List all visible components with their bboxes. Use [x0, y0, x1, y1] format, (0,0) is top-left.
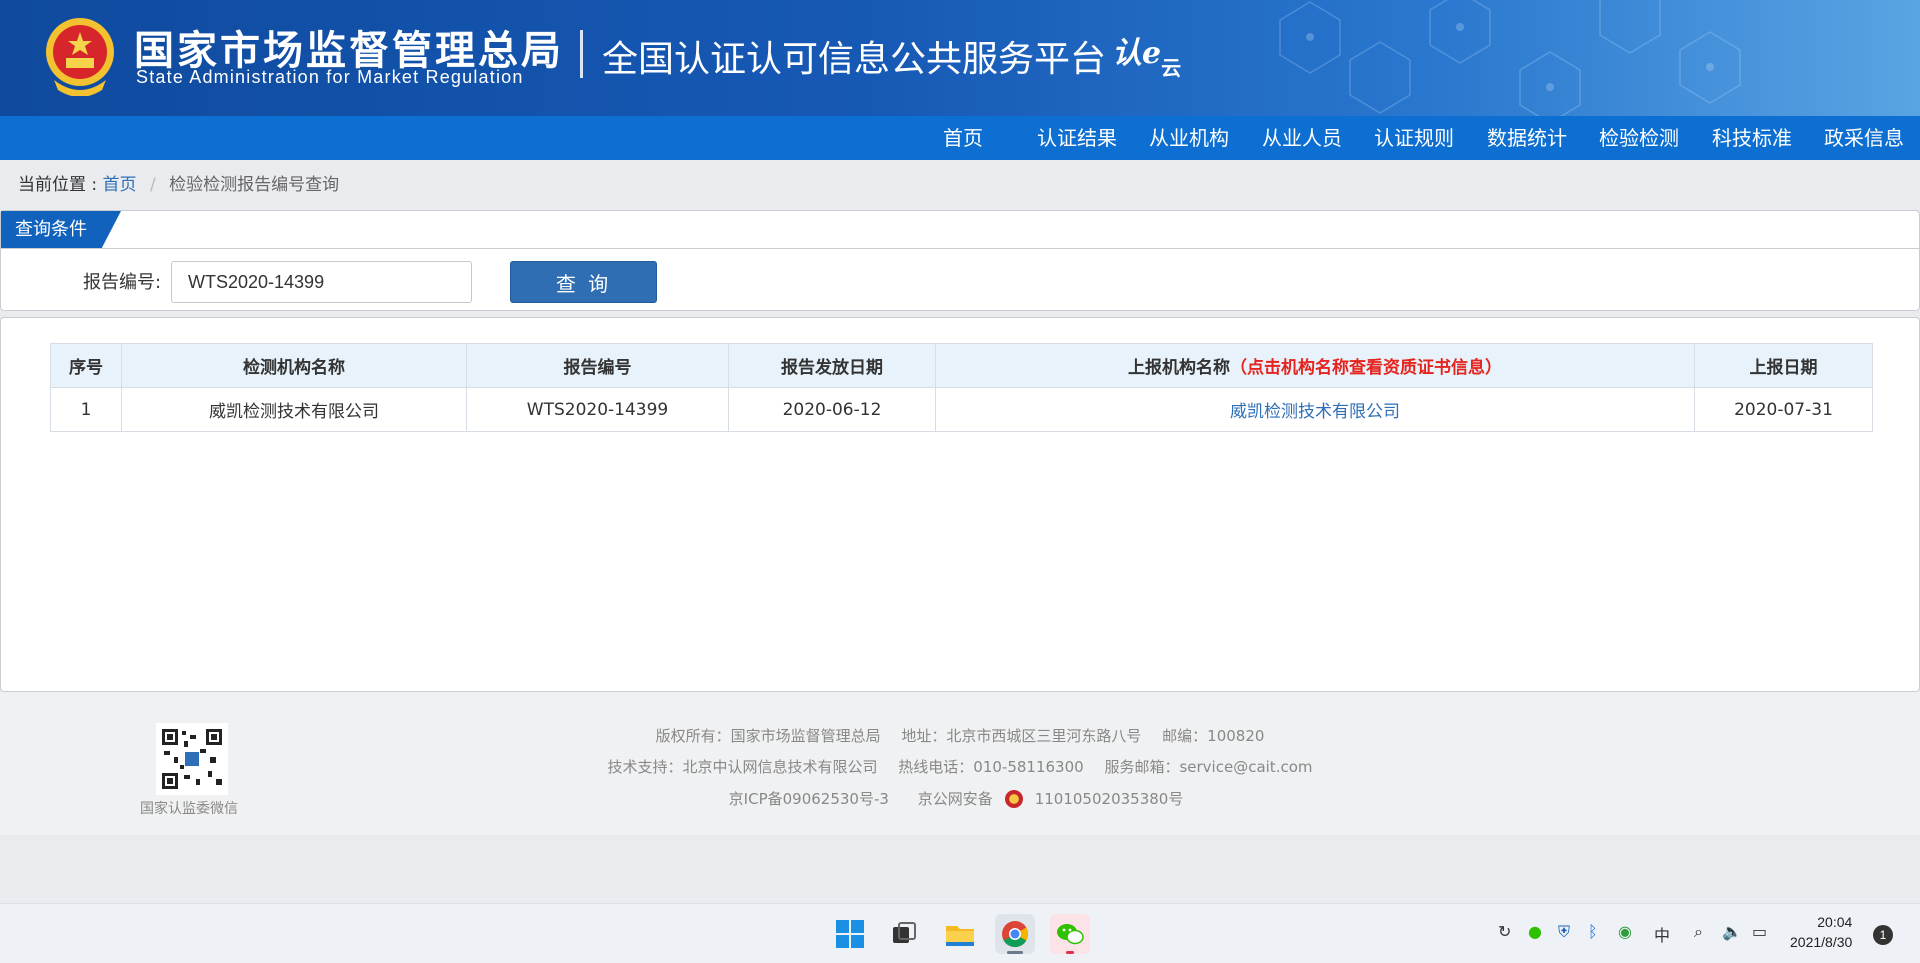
nav-item-orgs[interactable]: 从业机构 — [1149, 116, 1229, 160]
platform-title: 全国认证认可信息公共服务平台 — [602, 39, 1107, 80]
volume-icon[interactable]: 🔈 — [1722, 922, 1742, 941]
reporter-header-label: 上报机构名称 — [1128, 358, 1230, 378]
cell-report-no: WTS2020-14399 — [466, 387, 729, 432]
sync-icon[interactable]: ↻ — [1498, 922, 1511, 941]
site-footer: 国家认监委微信 版权所有：国家市场监督管理总局 地址：北京市西城区三里河东路八号… — [0, 692, 1920, 835]
clock-date: 2021/8/30 — [1790, 934, 1853, 950]
table-header-row: 序号 检测机构名称 报告编号 报告发放日期 上报机构名称（点击机构名称查看资质证… — [50, 343, 1873, 388]
query-panel-header: 查询条件 — [1, 211, 1919, 249]
nav-item-statistics[interactable]: 数据统计 — [1487, 116, 1567, 160]
breadcrumb-home-link[interactable]: 首页 — [103, 175, 137, 195]
breadcrumb: 当前位置 : 首页 / 检验检测报告编号查询 — [18, 170, 339, 195]
national-emblem-icon — [46, 18, 114, 96]
search-button[interactable]: 查 询 — [510, 261, 657, 303]
footer-hotline: 热线电话：010-58116300 — [898, 758, 1084, 776]
cell-report-date: 2020-07-31 — [1694, 387, 1873, 432]
nav-item-home[interactable]: 首页 — [943, 116, 983, 160]
cell-reporter: 威凯检测技术有限公司 — [935, 387, 1695, 432]
system-clock[interactable]: 20:04 2021/8/30 — [1790, 912, 1852, 952]
wechat-icon[interactable] — [1050, 914, 1090, 954]
reporter-org-link[interactable]: 威凯检测技术有限公司 — [1230, 402, 1400, 422]
query-conditions-tab: 查询条件 — [1, 211, 121, 248]
footer-police-record[interactable]: 京公网安备 11010502035380号 — [910, 790, 1192, 808]
cell-seq: 1 — [50, 387, 122, 432]
nav-item-cert-rules[interactable]: 认证规则 — [1374, 116, 1454, 160]
windows-taskbar: ↻ ● ⛨ ᛒ ◉ 中 ⌕ 🔈 ▭ 20:04 2021/8/30 1 — [0, 903, 1920, 963]
breadcrumb-current: 检验检测报告编号查询 — [169, 175, 340, 195]
brand-sub: 云 — [1161, 56, 1182, 80]
chrome-icon[interactable] — [995, 914, 1035, 954]
cell-org-name: 威凯检测技术有限公司 — [121, 387, 467, 432]
network-helper-icon[interactable]: ◉ — [1618, 922, 1632, 941]
results-panel: 序号 检测机构名称 报告编号 报告发放日期 上报机构名称（点击机构名称查看资质证… — [0, 317, 1920, 692]
bluetooth-icon[interactable]: ᛒ — [1588, 922, 1598, 941]
footer-support-line: 技术支持：北京中认网信息技术有限公司 热线电话：010-58116300 服务邮… — [0, 756, 1920, 777]
nav-item-standards[interactable]: 科技标准 — [1712, 116, 1792, 160]
col-header-seq: 序号 — [50, 343, 122, 388]
footer-tech-support: 技术支持：北京中认网信息技术有限公司 — [607, 758, 878, 776]
footer-email: 服务邮箱：service@cait.com — [1104, 758, 1313, 776]
col-header-org-name: 检测机构名称 — [121, 343, 467, 388]
hexagon-pattern-decoration — [1279, 0, 1741, 116]
agency-name-en: State Administration for Market Regulati… — [136, 67, 524, 87]
brand-main: 认e — [1112, 36, 1162, 71]
footer-address: 地址：北京市西城区三里河东路八号 — [901, 727, 1142, 745]
clock-time: 20:04 — [1817, 914, 1853, 930]
notification-badge[interactable]: 1 — [1873, 925, 1893, 945]
table-row: 1 威凯检测技术有限公司 WTS2020-14399 2020-06-12 威凯… — [50, 387, 1873, 432]
col-header-report-no: 报告编号 — [466, 343, 729, 388]
col-header-reporter: 上报机构名称（点击机构名称查看资质证书信息） — [935, 343, 1695, 388]
results-table: 序号 检测机构名称 报告编号 报告发放日期 上报机构名称（点击机构名称查看资质证… — [50, 343, 1873, 432]
battery-icon[interactable]: ▭ — [1752, 922, 1767, 941]
reporter-header-note: （点击机构名称查看资质证书信息） — [1230, 358, 1502, 378]
header-divider — [580, 30, 583, 78]
security-shield-icon[interactable]: ⛨ — [1558, 922, 1570, 942]
footer-copyright: 版权所有：国家市场监督管理总局 — [655, 727, 881, 745]
ime-indicator[interactable]: 中 — [1654, 922, 1670, 946]
query-panel: 查询条件 报告编号: 查 询 — [0, 210, 1920, 311]
col-header-issue-date: 报告发放日期 — [728, 343, 936, 388]
nav-item-procurement[interactable]: 政采信息 — [1824, 116, 1904, 160]
report-number-label: 报告编号: — [83, 272, 162, 293]
renzheng-yun-logo: 认e云 — [1112, 28, 1181, 80]
footer-record-line: 京ICP备09062530号-3 京公网安备 11010502035380号 — [0, 788, 1920, 809]
wechat-tray-icon[interactable]: ● — [1528, 922, 1542, 941]
wifi-icon[interactable]: ⌕ — [1694, 922, 1703, 942]
windows-start-icon[interactable] — [830, 914, 870, 954]
footer-icp[interactable]: 京ICP备09062530号-3 — [729, 790, 889, 808]
col-header-report-date: 上报日期 — [1694, 343, 1873, 388]
footer-police-no: 11010502035380号 — [1034, 790, 1184, 808]
site-header: 国家市场监督管理总局 State Administration for Mark… — [0, 0, 1920, 116]
breadcrumb-prefix: 当前位置 : — [18, 175, 98, 195]
breadcrumb-separator: / — [149, 175, 156, 195]
police-badge-icon — [1004, 790, 1023, 808]
report-number-input[interactable] — [171, 261, 472, 303]
footer-police-prefix: 京公网安备 — [917, 790, 993, 808]
nav-item-cert-results[interactable]: 认证结果 — [1037, 116, 1117, 160]
footer-copyright-line: 版权所有：国家市场监督管理总局 地址：北京市西城区三里河东路八号 邮编：1008… — [0, 725, 1920, 746]
cell-issue-date: 2020-06-12 — [728, 387, 936, 432]
main-nav: 首页 认证结果 从业机构 从业人员 认证规则 数据统计 检验检测 科技标准 政采… — [0, 116, 1920, 160]
task-view-icon[interactable] — [884, 914, 924, 954]
footer-postcode: 邮编：100820 — [1162, 727, 1265, 745]
nav-item-inspection[interactable]: 检验检测 — [1599, 116, 1679, 160]
file-explorer-icon[interactable] — [940, 914, 980, 954]
nav-item-personnel[interactable]: 从业人员 — [1262, 116, 1342, 160]
